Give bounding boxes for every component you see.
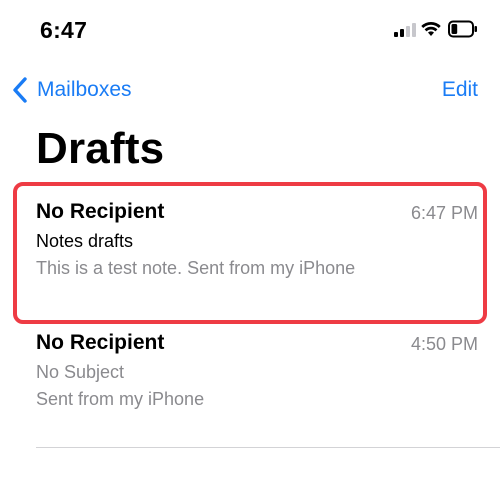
back-label: Mailboxes (37, 78, 132, 101)
message-sender: No Recipient (36, 331, 165, 354)
battery-icon (448, 20, 477, 38)
page-title: Drafts (36, 124, 165, 173)
message-preview: This is a test note. Sent from my iPhone (36, 258, 356, 278)
status-time: 6:47 (40, 17, 88, 43)
edit-button[interactable]: Edit (442, 78, 478, 102)
list-divider (36, 447, 500, 448)
message-time: 6:47 PM (410, 203, 478, 223)
back-button-mailboxes[interactable]: Mailboxes (10, 74, 132, 106)
wifi-icon (421, 21, 441, 36)
nav-bar: Mailboxes Edit (0, 68, 500, 108)
message-subject: Notes drafts (36, 231, 134, 251)
message-subject: No Subject (36, 362, 125, 382)
message-row[interactable]: No Recipient 4:50 PM No Subject Sent fro… (36, 331, 478, 427)
chevron-left-icon (13, 77, 27, 103)
message-sender: No Recipient (36, 200, 165, 223)
message-row[interactable]: No Recipient 6:47 PM Notes drafts This i… (36, 200, 478, 304)
message-preview: Sent from my iPhone (36, 389, 205, 409)
cellular-signal-icon (394, 23, 416, 37)
message-time: 4:50 PM (410, 334, 478, 354)
status-bar: 6:47 (0, 0, 500, 60)
